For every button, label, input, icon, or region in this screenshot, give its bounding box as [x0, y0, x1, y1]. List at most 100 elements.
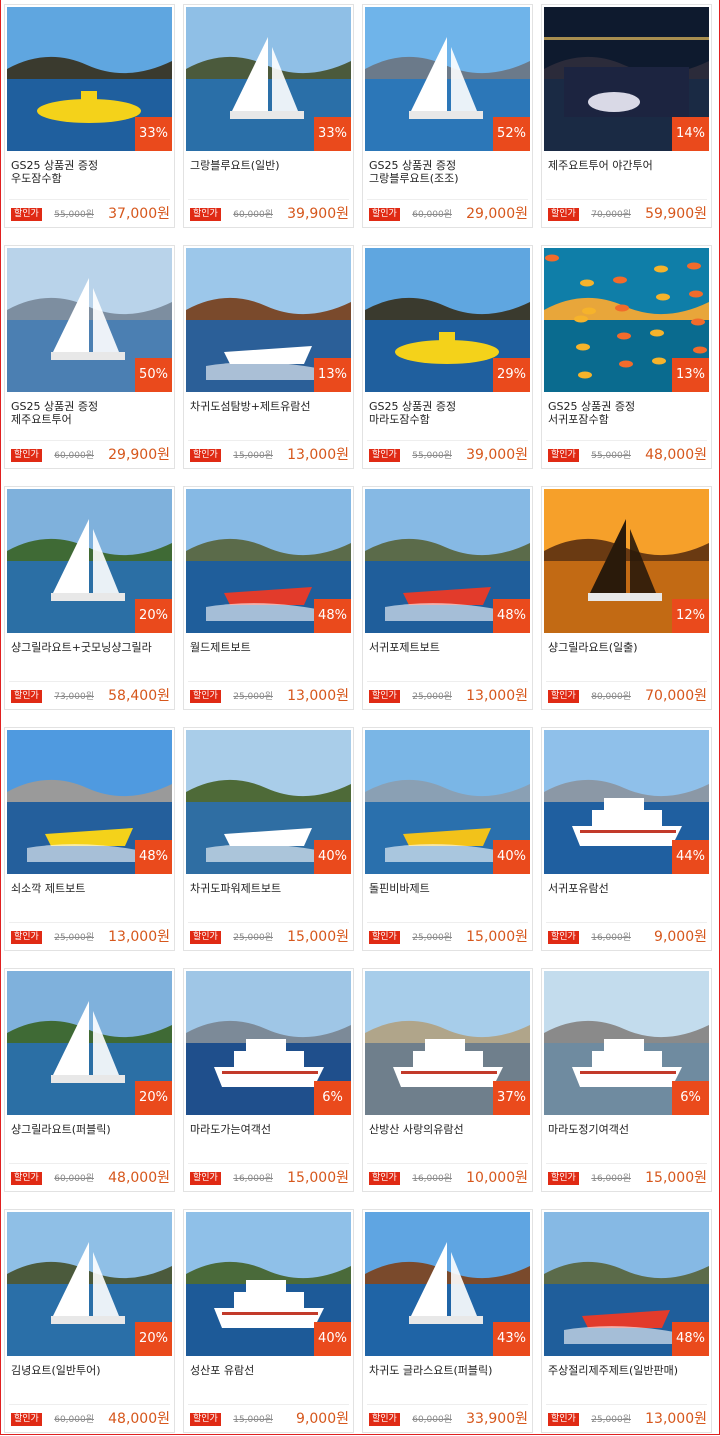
product-card[interactable]: 50% GS25 상품권 증정 제주요트투어 할인가 60,000원 29,90…	[4, 245, 175, 469]
product-title[interactable]: 샹그릴라요트+굿모닝샹그릴라	[11, 641, 169, 677]
sale-label: 할인가	[11, 931, 42, 944]
sale-price: 58,400원	[108, 688, 170, 704]
passenger-ship-icon[interactable]: 6%	[186, 971, 351, 1115]
original-price: 55,000원	[412, 451, 452, 461]
product-card[interactable]: 13% 차귀도섬탐방+제트유람선 할인가 15,000원 13,000원	[183, 245, 354, 469]
sale-price: 13,000원	[645, 1411, 707, 1427]
ferry-icon[interactable]: 44%	[544, 730, 709, 874]
lighthouse-jetboat-icon[interactable]: 48%	[7, 730, 172, 874]
reef-fish-icon[interactable]: 13%	[544, 248, 709, 392]
night-yacht-icon[interactable]: 14%	[544, 7, 709, 151]
discount-badge: 37%	[493, 1081, 530, 1115]
product-title[interactable]: GS25 상품권 증정 그랑블루요트(조조)	[369, 159, 527, 195]
product-title[interactable]: 차귀도섬탐방+제트유람선	[190, 400, 348, 436]
sale-label: 할인가	[190, 1172, 221, 1185]
original-price: 16,000원	[591, 1174, 631, 1184]
price-row: 할인가 60,000원 48,000원	[9, 1163, 170, 1186]
product-card[interactable]: 40% 돌핀비바제트 할인가 25,000원 15,000원	[362, 727, 533, 951]
product-title[interactable]: 산방산 사랑의유람선	[369, 1123, 527, 1159]
discount-badge: 43%	[493, 1322, 530, 1356]
product-card[interactable]: 40% 성산포 유람선 할인가 15,000원 9,000원	[183, 1209, 354, 1433]
product-title[interactable]: 돌핀비바제트	[369, 882, 527, 918]
jet-cruiser-icon[interactable]: 13%	[186, 248, 351, 392]
product-card[interactable]: 12% 샹그릴라요트(일출) 할인가 80,000원 70,000원	[541, 486, 712, 710]
catamaran-sail-icon[interactable]: 20%	[7, 971, 172, 1115]
product-title[interactable]: 월드제트보트	[190, 641, 348, 677]
product-card[interactable]: 48% 쇠소깍 제트보트 할인가 25,000원 13,000원	[4, 727, 175, 951]
product-card[interactable]: 14% 제주요트투어 야간투어 할인가 70,000원 59,900원	[541, 4, 712, 228]
yellow-submarine-icon[interactable]: 33%	[7, 7, 172, 151]
product-card[interactable]: 20% 샹그릴라요트+굿모닝샹그릴라 할인가 73,000원 58,400원	[4, 486, 175, 710]
discount-badge: 20%	[135, 1081, 172, 1115]
catamaran-sail-icon[interactable]: 20%	[7, 489, 172, 633]
price-row: 할인가 60,000원 33,900원	[367, 1404, 528, 1427]
price-row: 할인가 16,000원 9,000원	[546, 922, 707, 945]
sunset-sailboat-icon[interactable]: 12%	[544, 489, 709, 633]
jet-boat-icon[interactable]: 48%	[365, 489, 530, 633]
product-card[interactable]: 13% GS25 상품권 증정 서귀포잠수함 할인가 55,000원 48,00…	[541, 245, 712, 469]
discount-badge: 6%	[314, 1081, 351, 1115]
sale-price: 37,000원	[108, 206, 170, 222]
product-card[interactable]: 37% 산방산 사랑의유람선 할인가 16,000원 10,000원	[362, 968, 533, 1192]
product-card[interactable]: 44% 서귀포유람선 할인가 16,000원 9,000원	[541, 727, 712, 951]
yellow-submarine-icon[interactable]: 29%	[365, 248, 530, 392]
product-title[interactable]: 쇠소깍 제트보트	[11, 882, 169, 918]
product-title[interactable]: GS25 상품권 증정 우도잠수함	[11, 159, 169, 195]
product-title[interactable]: 샹그릴라요트(일출)	[548, 641, 706, 677]
discount-badge: 29%	[493, 358, 530, 392]
product-card[interactable]: 33% GS25 상품권 증정 우도잠수함 할인가 55,000원 37,000…	[4, 4, 175, 228]
product-title[interactable]: 그랑블루요트(일반)	[190, 159, 348, 195]
sailing-couple-icon[interactable]: 50%	[7, 248, 172, 392]
product-card[interactable]: 6% 마라도가는여객선 할인가 16,000원 15,000원	[183, 968, 354, 1192]
product-title[interactable]: 샹그릴라요트(퍼블릭)	[11, 1123, 169, 1159]
product-title[interactable]: 차귀도 글라스요트(퍼블릭)	[369, 1364, 527, 1400]
product-title[interactable]: 차귀도파워제트보트	[190, 882, 348, 918]
product-title[interactable]: GS25 상품권 증정 마라도잠수함	[369, 400, 527, 436]
product-card[interactable]: 29% GS25 상품권 증정 마라도잠수함 할인가 55,000원 39,00…	[362, 245, 533, 469]
sale-price: 13,000원	[108, 929, 170, 945]
product-title[interactable]: 제주요트투어 야간투어	[548, 159, 706, 195]
product-title[interactable]: GS25 상품권 증정 서귀포잠수함	[548, 400, 706, 436]
product-card[interactable]: 40% 차귀도파워제트보트 할인가 25,000원 15,000원	[183, 727, 354, 951]
jet-boat-icon[interactable]: 48%	[544, 1212, 709, 1356]
power-jetboat-icon[interactable]: 40%	[186, 730, 351, 874]
catamaran-icon[interactable]: 33%	[186, 7, 351, 151]
discount-badge: 13%	[672, 358, 709, 392]
product-card[interactable]: 43% 차귀도 글라스요트(퍼블릭) 할인가 60,000원 33,900원	[362, 1209, 533, 1433]
sailboat-icon[interactable]: 52%	[365, 7, 530, 151]
discount-badge: 20%	[135, 599, 172, 633]
discount-badge: 20%	[135, 1322, 172, 1356]
product-card[interactable]: 48% 서귀포제트보트 할인가 25,000원 13,000원	[362, 486, 533, 710]
price-row: 할인가 25,000원 13,000원	[367, 681, 528, 704]
discount-badge: 48%	[135, 840, 172, 874]
boarding-ship-icon[interactable]: 6%	[544, 971, 709, 1115]
rock-sailboat-icon[interactable]: 43%	[365, 1212, 530, 1356]
viva-jet-icon[interactable]: 40%	[365, 730, 530, 874]
product-card[interactable]: 20% 김녕요트(일반투어) 할인가 60,000원 48,000원	[4, 1209, 175, 1433]
product-title[interactable]: 김녕요트(일반투어)	[11, 1364, 169, 1400]
product-card[interactable]: 6% 마라도정기여객선 할인가 16,000원 15,000원	[541, 968, 712, 1192]
catamaran-icon[interactable]: 20%	[7, 1212, 172, 1356]
original-price: 80,000원	[591, 692, 631, 702]
original-price: 73,000원	[54, 692, 94, 702]
docked-ship-icon[interactable]: 37%	[365, 971, 530, 1115]
original-price: 25,000원	[412, 692, 452, 702]
cruise-ship-icon[interactable]: 40%	[186, 1212, 351, 1356]
product-card[interactable]: 52% GS25 상품권 증정 그랑블루요트(조조) 할인가 60,000원 2…	[362, 4, 533, 228]
jet-boat-icon[interactable]: 48%	[186, 489, 351, 633]
product-card[interactable]: 48% 주상절리제주제트(일반판매) 할인가 25,000원 13,000원	[541, 1209, 712, 1433]
product-title[interactable]: 마라도가는여객선	[190, 1123, 348, 1159]
sale-label: 할인가	[369, 931, 400, 944]
product-title[interactable]: 마라도정기여객선	[548, 1123, 706, 1159]
product-card[interactable]: 48% 월드제트보트 할인가 25,000원 13,000원	[183, 486, 354, 710]
product-card[interactable]: 33% 그랑블루요트(일반) 할인가 60,000원 39,900원	[183, 4, 354, 228]
product-title[interactable]: 서귀포제트보트	[369, 641, 527, 677]
price-row: 할인가 55,000원 39,000원	[367, 440, 528, 463]
product-title[interactable]: 성산포 유람선	[190, 1364, 348, 1400]
product-title[interactable]: 주상절리제주제트(일반판매)	[548, 1364, 706, 1400]
original-price: 60,000원	[54, 451, 94, 461]
product-card[interactable]: 20% 샹그릴라요트(퍼블릭) 할인가 60,000원 48,000원	[4, 968, 175, 1192]
product-title[interactable]: GS25 상품권 증정 제주요트투어	[11, 400, 169, 436]
sale-label: 할인가	[369, 208, 400, 221]
product-title[interactable]: 서귀포유람선	[548, 882, 706, 918]
